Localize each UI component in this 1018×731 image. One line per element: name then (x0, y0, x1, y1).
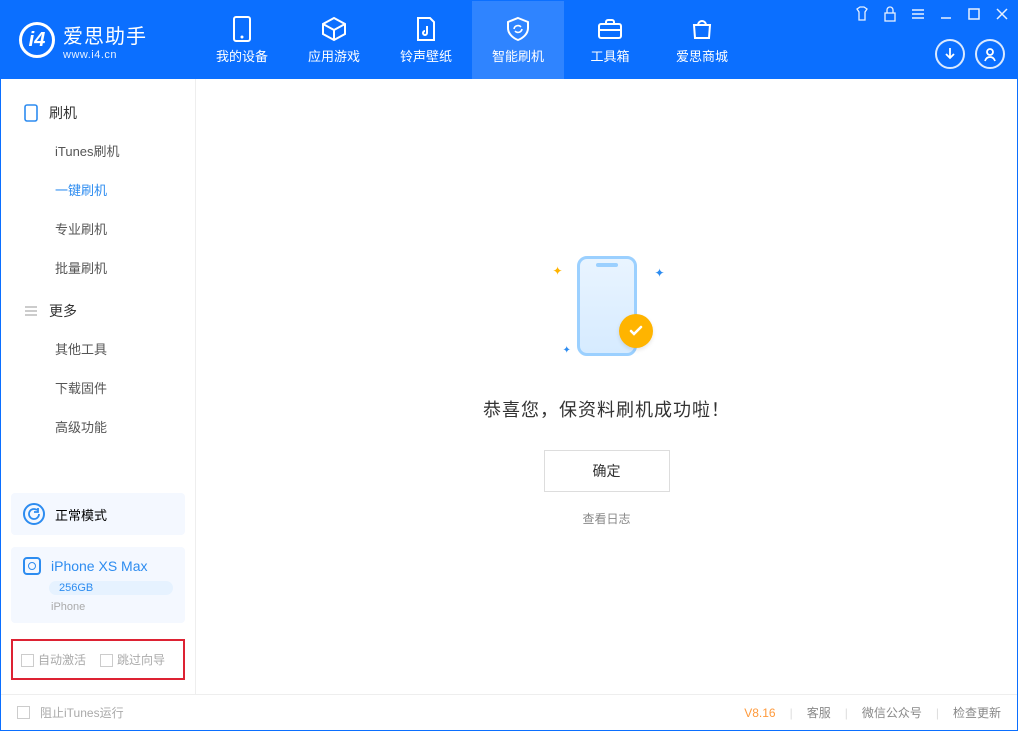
check-badge-icon (619, 314, 653, 348)
checkbox-icon[interactable] (21, 654, 34, 667)
sparkle-icon: ✦ (654, 266, 664, 280)
sidebar-item-itunes-flash[interactable]: iTunes刷机 (1, 131, 195, 170)
device-capacity: 256GB (49, 581, 173, 595)
nav-my-device[interactable]: 我的设备 (196, 1, 288, 79)
nav-label: 铃声壁纸 (400, 46, 452, 65)
sidebar-item-oneclick-flash[interactable]: 一键刷机 (1, 170, 195, 209)
app-window: i4 爱思助手 www.i4.cn 我的设备 应用游戏 铃声壁纸 智能刷机 (0, 0, 1018, 731)
logo-icon: i4 (19, 22, 55, 58)
sidebar-item-advanced[interactable]: 高级功能 (1, 407, 195, 446)
footer: 阻止iTunes运行 V8.16 | 客服 | 微信公众号 | 检查更新 (1, 694, 1017, 730)
device-card[interactable]: iPhone XS Max 256GB iPhone (11, 547, 185, 623)
shield-refresh-icon (505, 16, 531, 42)
device-icon (229, 16, 255, 42)
sidebar-section-title: 刷机 (49, 103, 77, 123)
device-name: iPhone XS Max (51, 558, 148, 574)
nav-store[interactable]: 爱思商城 (656, 1, 748, 79)
sidebar-item-batch-flash[interactable]: 批量刷机 (1, 248, 195, 287)
nav-label: 我的设备 (216, 46, 268, 65)
nav-rings-wallpapers[interactable]: 铃声壁纸 (380, 1, 472, 79)
device-type: iPhone (51, 601, 173, 613)
maximize-icon[interactable] (965, 5, 983, 23)
phone-icon (23, 105, 39, 121)
nav-apps-games[interactable]: 应用游戏 (288, 1, 380, 79)
tshirt-icon[interactable] (853, 5, 871, 23)
main-panel: ✦ ✦ ✦ 恭喜您，保资料刷机成功啦！ 确定 查看日志 (196, 79, 1017, 694)
footer-link-support[interactable]: 客服 (807, 704, 831, 721)
checkbox-icon[interactable] (17, 706, 30, 719)
download-button[interactable] (935, 39, 965, 69)
nav-label: 智能刷机 (492, 46, 544, 65)
sidebar: 刷机 iTunes刷机 一键刷机 专业刷机 批量刷机 更多 其他工具 下载固件 … (1, 79, 196, 694)
sparkle-icon: ✦ (563, 345, 571, 356)
footer-link-wechat[interactable]: 微信公众号 (862, 704, 922, 721)
sidebar-item-download-firmware[interactable]: 下载固件 (1, 368, 195, 407)
bag-icon (689, 16, 715, 42)
app-site: www.i4.cn (63, 49, 147, 61)
success-illustration: ✦ ✦ ✦ (547, 246, 667, 366)
block-itunes-label[interactable]: 阻止iTunes运行 (40, 704, 124, 721)
sparkle-icon: ✦ (553, 264, 563, 278)
device-small-icon (23, 557, 41, 575)
sidebar-section-title: 更多 (49, 301, 77, 321)
app-logo[interactable]: i4 爱思助手 www.i4.cn (1, 1, 196, 79)
menu-icon[interactable] (909, 5, 927, 23)
nav-smart-flash[interactable]: 智能刷机 (472, 1, 564, 79)
sidebar-item-pro-flash[interactable]: 专业刷机 (1, 209, 195, 248)
list-icon (23, 303, 39, 319)
view-log-link[interactable]: 查看日志 (582, 510, 630, 527)
app-name: 爱思助手 (63, 20, 147, 49)
mode-status-label: 正常模式 (55, 505, 107, 524)
nav-label: 爱思商城 (676, 46, 728, 65)
sidebar-item-other-tools[interactable]: 其他工具 (1, 329, 195, 368)
toolbox-icon (597, 16, 623, 42)
header-action-row (935, 39, 1005, 69)
titlebar: i4 爱思助手 www.i4.cn 我的设备 应用游戏 铃声壁纸 智能刷机 (1, 1, 1017, 79)
success-message: 恭喜您，保资料刷机成功啦！ (483, 396, 730, 422)
sidebar-section-flash: 刷机 (1, 89, 195, 131)
minimize-icon[interactable] (937, 5, 955, 23)
user-button[interactable] (975, 39, 1005, 69)
body: 刷机 iTunes刷机 一键刷机 专业刷机 批量刷机 更多 其他工具 下载固件 … (1, 79, 1017, 694)
nav-label: 工具箱 (590, 46, 629, 65)
cube-icon (321, 16, 347, 42)
nav-label: 应用游戏 (308, 46, 360, 65)
window-controls (853, 5, 1011, 23)
close-icon[interactable] (993, 5, 1011, 23)
lock-icon[interactable] (881, 5, 899, 23)
version-label: V8.16 (744, 706, 775, 720)
skip-wizard-option[interactable]: 跳过向导 (100, 651, 165, 668)
auto-activate-option[interactable]: 自动激活 (21, 651, 86, 668)
checkbox-icon[interactable] (100, 654, 113, 667)
nav-toolbox[interactable]: 工具箱 (564, 1, 656, 79)
refresh-icon (23, 503, 45, 525)
ok-button[interactable]: 确定 (544, 450, 670, 492)
sidebar-section-more: 更多 (1, 287, 195, 329)
mode-status-card[interactable]: 正常模式 (11, 493, 185, 535)
flash-options-box: 自动激活 跳过向导 (11, 639, 185, 680)
footer-link-update[interactable]: 检查更新 (953, 704, 1001, 721)
music-file-icon (413, 16, 439, 42)
